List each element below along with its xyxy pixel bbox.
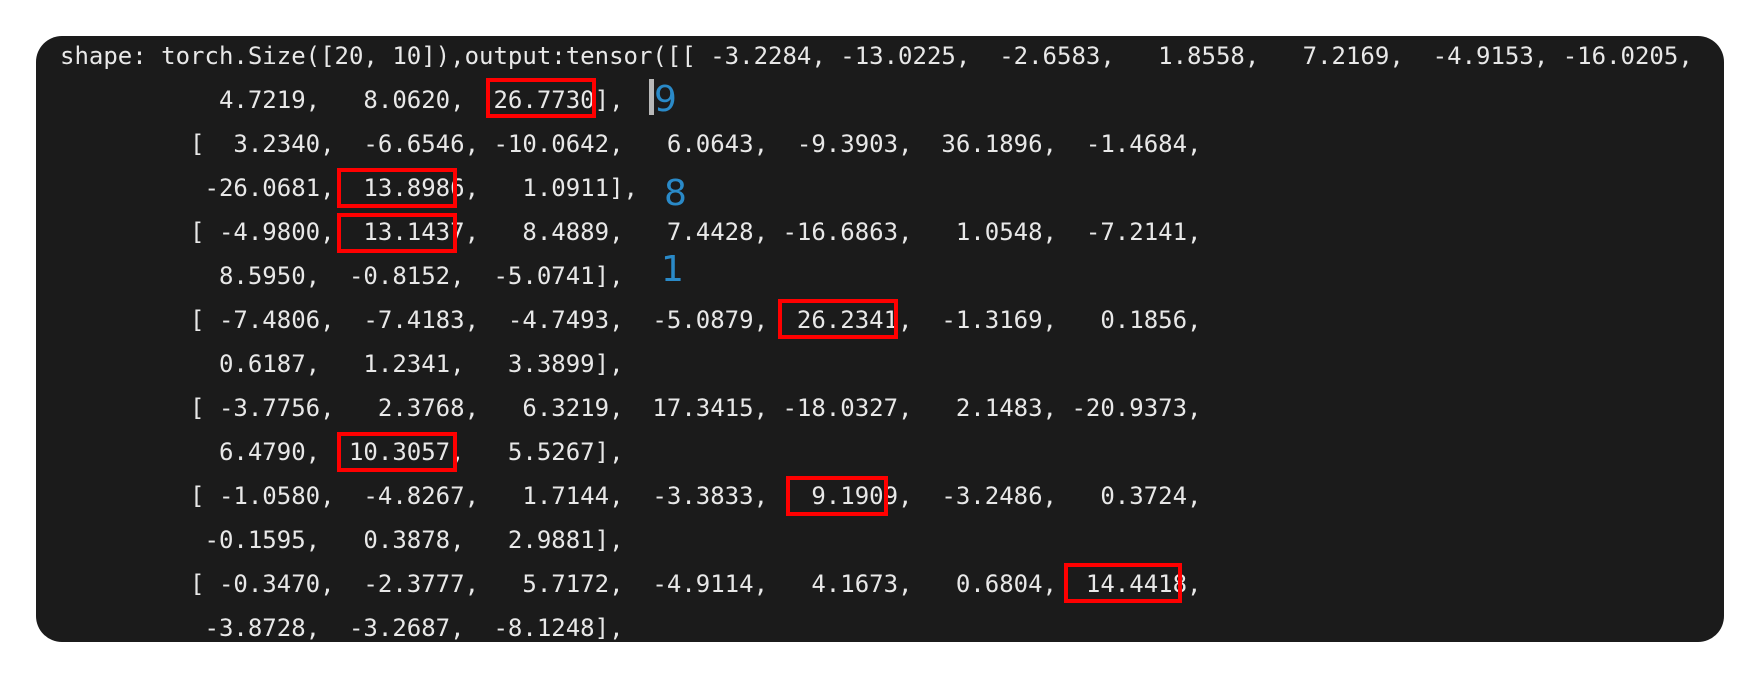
output-line: shape: torch.Size([20, 10]),output:tenso… xyxy=(60,42,1693,70)
output-line: 8.5950, -0.8152, -5.0741], xyxy=(60,262,624,290)
output-line: -3.8728, -3.2687, -8.1248], xyxy=(60,614,624,642)
highlight-box xyxy=(337,168,457,208)
output-line: [ -4.9800, 13.1437, 8.4889, 7.4428, -16.… xyxy=(60,218,1202,246)
highlight-box xyxy=(337,432,457,472)
output-line: 0.6187, 1.2341, 3.3899], xyxy=(60,350,624,378)
annotation-label: 9 xyxy=(654,79,677,120)
highlight-box xyxy=(486,78,596,118)
annotation-label: 1 xyxy=(661,249,684,290)
output-line: [ -7.4806, -7.4183, -4.7493, -5.0879, 26… xyxy=(60,306,1202,334)
highlight-box xyxy=(778,299,898,339)
output-line: [ -1.0580, -4.8267, 1.7144, -3.3833, 9.1… xyxy=(60,482,1202,510)
output-line: [ -3.7756, 2.3768, 6.3219, 17.3415, -18.… xyxy=(60,394,1202,422)
annotation-label: 8 xyxy=(664,173,687,214)
terminal-output-panel: shape: torch.Size([20, 10]),output:tenso… xyxy=(36,36,1724,642)
output-line: [ -0.3470, -2.3777, 5.7172, -4.9114, 4.1… xyxy=(60,570,1202,598)
output-line: [ 3.2340, -6.6546, -10.0642, 6.0643, -9.… xyxy=(60,130,1202,158)
highlight-box xyxy=(337,213,457,253)
highlight-box xyxy=(1064,563,1182,603)
highlight-box xyxy=(786,476,888,516)
output-line: -0.1595, 0.3878, 2.9881], xyxy=(60,526,624,554)
